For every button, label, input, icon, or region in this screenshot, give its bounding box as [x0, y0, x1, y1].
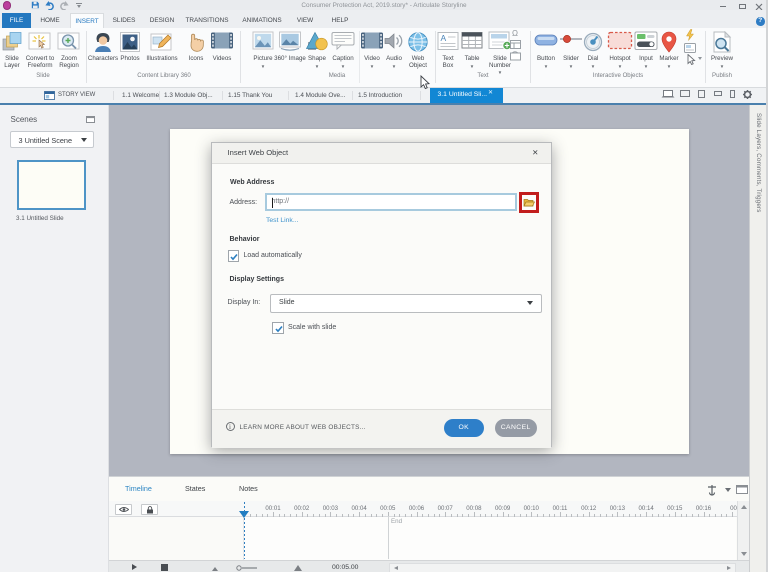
svg-text:A: A	[441, 33, 447, 43]
